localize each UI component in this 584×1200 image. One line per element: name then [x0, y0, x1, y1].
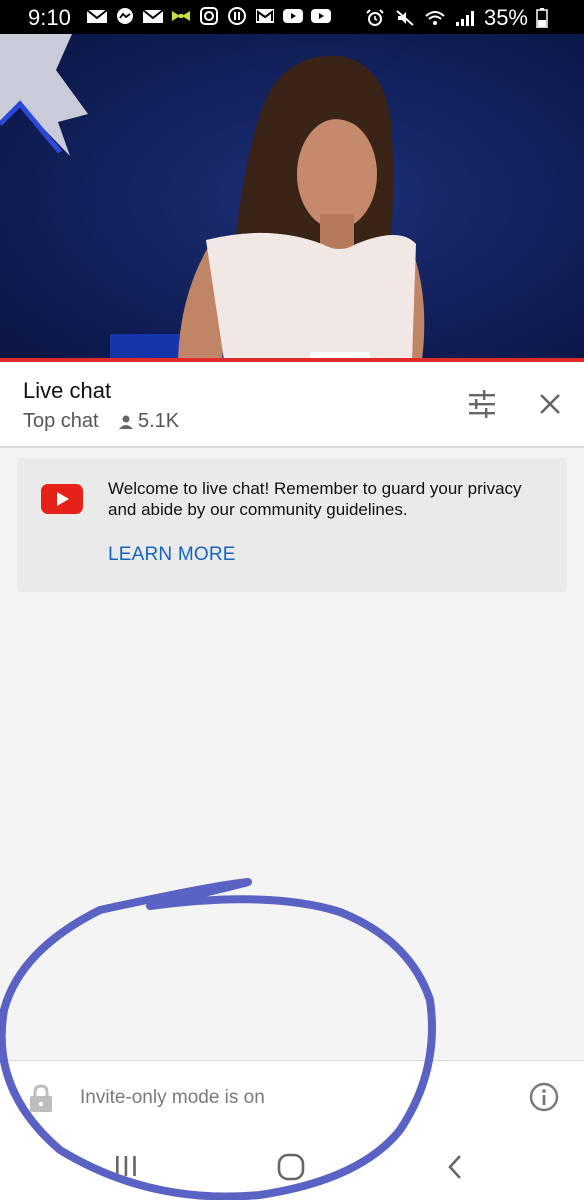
battery-percent: 35% — [483, 5, 528, 30]
instagram-icon — [200, 7, 218, 25]
system-status: 35% — [364, 5, 548, 31]
video-player[interactable] — [0, 34, 584, 360]
recent-apps-icon[interactable] — [110, 1152, 142, 1180]
youtube-logo-icon — [41, 484, 83, 514]
person-icon — [119, 415, 133, 429]
notification-icons — [86, 7, 332, 25]
news-icon — [228, 7, 246, 25]
chat-mode-selector[interactable]: Top chat — [23, 410, 99, 433]
learn-more-link[interactable]: LEARN MORE — [108, 544, 236, 566]
battery-icon — [536, 8, 548, 28]
lock-icon — [30, 1084, 52, 1112]
youtube-icon — [283, 9, 303, 23]
bowtie-icon — [172, 11, 190, 21]
welcome-message: Welcome to live chat! Remember to guard … — [108, 479, 522, 519]
alarm-icon — [366, 9, 384, 26]
viewer-count: 5.1K — [118, 410, 179, 433]
chat-input-bar: Invite-only mode is on — [0, 1060, 584, 1133]
info-icon[interactable] — [528, 1081, 560, 1113]
wifi-icon — [425, 11, 445, 25]
home-icon[interactable] — [276, 1152, 306, 1182]
welcome-card: Welcome to live chat! Remember to guard … — [17, 458, 567, 592]
back-icon[interactable] — [444, 1152, 466, 1182]
messenger-icon — [117, 8, 133, 24]
live-chat-header: Live chat Top chat 5.1K — [0, 362, 584, 448]
status-bar: 9:10 35% — [0, 0, 584, 34]
chat-title: Live chat — [23, 378, 112, 403]
system-nav-bar — [0, 1132, 584, 1200]
mail-icon — [142, 9, 164, 23]
invite-only-status: Invite-only mode is on — [80, 1087, 265, 1108]
video-frame — [0, 34, 584, 360]
youtube-icon — [311, 9, 331, 23]
signal-icon — [455, 11, 474, 26]
close-icon[interactable] — [536, 390, 564, 418]
mute-icon — [396, 10, 414, 26]
viewer-count-value: 5.1K — [138, 410, 180, 432]
tune-icon[interactable] — [466, 388, 498, 420]
gmail-icon — [256, 9, 274, 23]
status-time: 9:10 — [28, 5, 71, 30]
mail-icon — [86, 9, 108, 23]
